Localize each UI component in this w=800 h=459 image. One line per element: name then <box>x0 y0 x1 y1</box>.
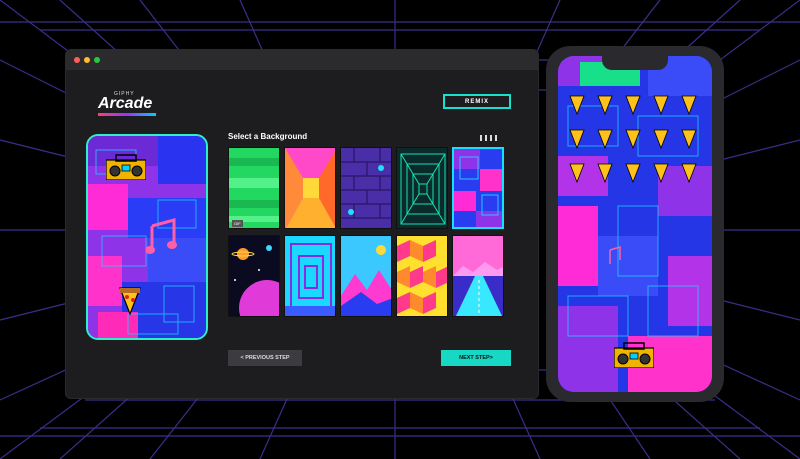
close-dot[interactable] <box>74 57 80 63</box>
tile-art <box>397 236 447 316</box>
select-background-title: Select a Background <box>228 132 308 141</box>
scene: GIPHY Arcade REMIX Select a Background G… <box>0 0 800 459</box>
background-tile-purple-bricks[interactable] <box>340 147 392 229</box>
tile-art <box>341 236 391 316</box>
background-tile-green-stripes[interactable]: GIF <box>228 147 280 229</box>
pizza-icon <box>119 287 141 316</box>
tile-art <box>229 148 279 228</box>
background-tile-pink-mountains[interactable] <box>340 235 392 317</box>
background-tile-pink-corridor[interactable] <box>284 147 336 229</box>
giphy-arcade-logo[interactable]: GIPHY Arcade <box>98 91 162 117</box>
background-tile-yellow-cubes[interactable] <box>396 235 448 317</box>
background-tile-space-planets[interactable] <box>228 235 280 317</box>
boombox-icon <box>106 154 146 180</box>
next-step-button[interactable]: NEXT STEP> <box>441 350 511 366</box>
tile-art <box>285 148 335 228</box>
background-tile-retro-road[interactable] <box>452 235 504 317</box>
logo-underline <box>98 113 156 116</box>
background-tile-teal-vortex[interactable] <box>396 147 448 229</box>
music-note-icon <box>146 218 177 254</box>
phone-mockup <box>546 46 724 402</box>
tile-art <box>229 236 279 316</box>
previous-step-button[interactable]: < PREVIOUS STEP <box>228 350 302 366</box>
gif-badge: GIF <box>232 220 243 227</box>
background-tile-blue-pixel-blocks[interactable] <box>452 147 504 229</box>
phone-game-screen <box>558 56 712 392</box>
remix-button[interactable]: REMIX <box>443 94 511 109</box>
tile-art <box>285 236 335 316</box>
tile-art <box>454 149 502 227</box>
tile-art <box>397 148 447 228</box>
boombox-icon <box>614 342 654 368</box>
maximize-dot[interactable] <box>94 57 100 63</box>
logo-name: Arcade <box>98 95 153 112</box>
background-tile-cyan-tunnel[interactable] <box>284 235 336 317</box>
grid-view-icon[interactable] <box>480 135 498 141</box>
tile-art <box>453 236 503 316</box>
minimize-dot[interactable] <box>84 57 90 63</box>
tile-art <box>341 148 391 228</box>
game-preview <box>86 134 208 340</box>
phone-notch <box>602 56 668 70</box>
window-titlebar <box>66 50 538 70</box>
browser-window: GIPHY Arcade REMIX Select a Background G… <box>66 50 538 398</box>
